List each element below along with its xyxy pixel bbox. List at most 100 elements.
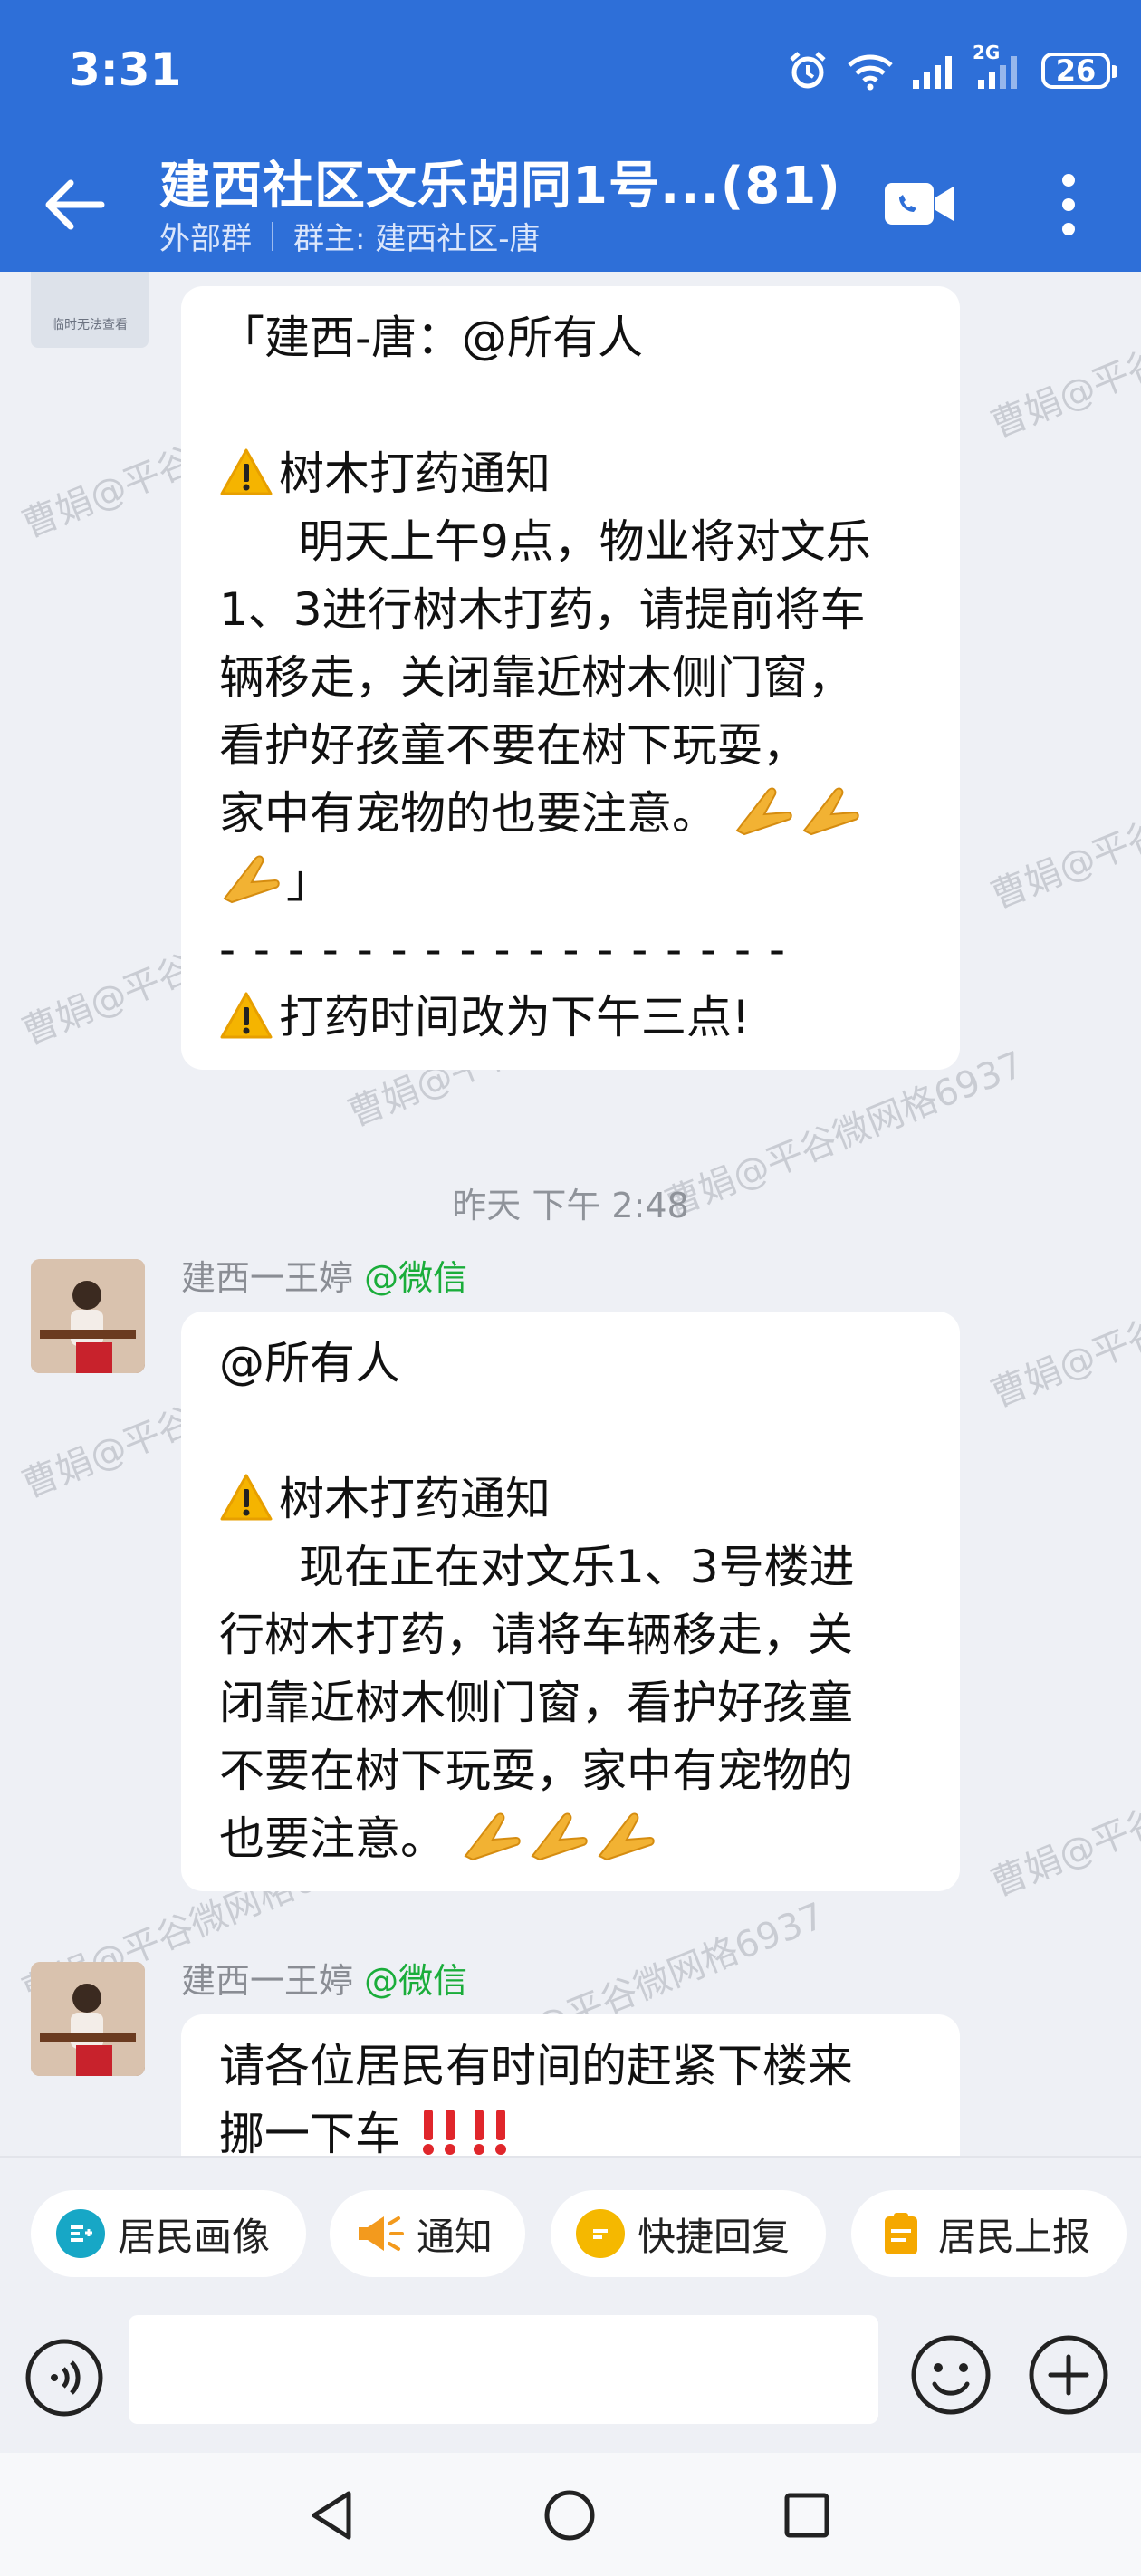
nav-recents-button[interactable] bbox=[775, 2484, 839, 2547]
network-label: 2G bbox=[973, 42, 1001, 63]
resident-profile-button[interactable]: 居民画像 bbox=[31, 2190, 306, 2277]
emoji-smile-icon bbox=[911, 2335, 991, 2415]
wifi-icon bbox=[846, 51, 895, 91]
plus-circle-icon bbox=[1029, 2335, 1108, 2415]
pray-emoji-icon bbox=[223, 855, 280, 904]
pray-emoji-icon bbox=[531, 1812, 588, 1861]
message-line: 1、3进行树木打药，请提前将车 bbox=[219, 583, 866, 636]
avatar[interactable] bbox=[31, 1962, 145, 2076]
video-camera-icon bbox=[885, 183, 954, 225]
resident-report-button[interactable]: 居民上报 bbox=[851, 2190, 1127, 2277]
message-line bbox=[219, 1398, 924, 1466]
message-line: 也要注意。 bbox=[219, 1812, 446, 1865]
message-line: - - - - - - - - - - - - - - - - - bbox=[219, 923, 788, 976]
battery-icon: 26 bbox=[1041, 53, 1117, 89]
double-exclamation-icon bbox=[473, 2110, 506, 2155]
message-line: 打药时间改为下午三点! bbox=[279, 991, 751, 1043]
subtitle-divider bbox=[272, 221, 273, 251]
double-exclamation-icon bbox=[422, 2110, 455, 2155]
message-input-bar bbox=[0, 2301, 1141, 2453]
message-line: 不要在树下玩耍，家中有宠物的 bbox=[219, 1745, 853, 1797]
status-bar: 3:31 2G 26 bbox=[0, 0, 1141, 136]
avatar-image bbox=[31, 1259, 145, 1373]
watermark: 曹娟@平谷微网格6937 bbox=[985, 1723, 1141, 1906]
back-button[interactable] bbox=[33, 168, 114, 241]
chat-title: 建西社区文乐胡同1号...(81) bbox=[159, 157, 841, 216]
sender-name-text: 建西一王婷 bbox=[181, 1961, 354, 2001]
nav-home-circle-icon bbox=[544, 2490, 595, 2541]
nav-home-button[interactable] bbox=[538, 2484, 601, 2547]
more-actions-button[interactable] bbox=[1027, 2333, 1110, 2417]
message-bubble[interactable]: @所有人 树木打药通知 现在正在对文乐1、3号楼进 行树木打药，请将车辆移走，关… bbox=[181, 1312, 960, 1891]
message-line: 闭靠近树木侧门窗，看护好孩童 bbox=[219, 1677, 853, 1729]
alarm-icon bbox=[786, 49, 829, 92]
emoji-button[interactable] bbox=[909, 2333, 992, 2417]
more-options-button[interactable] bbox=[1032, 161, 1105, 248]
chat-message-list[interactable]: 曹娟@平谷微网格6937 曹娟@平谷微网格6937 曹娟@平谷微网格6937 曹… bbox=[0, 272, 1141, 2156]
signal-2g-icon: 2G bbox=[973, 42, 1025, 91]
message-bubble[interactable]: 请各位居民有时间的赶紧下楼来 挪一下车 bbox=[181, 2014, 960, 2156]
message-line: 「建西-唐：@所有人 bbox=[219, 312, 644, 364]
sender-source-tag: @微信 bbox=[364, 1258, 468, 1298]
quick-action-bar: 居民画像 通知 快捷回复 居民上报 bbox=[0, 2156, 1141, 2302]
status-time: 3:31 bbox=[69, 43, 182, 96]
system-navigation-bar bbox=[0, 2453, 1141, 2576]
sender-name-text: 建西一王婷 bbox=[181, 1258, 354, 1298]
battery-level: 26 bbox=[1055, 53, 1097, 88]
message-input[interactable] bbox=[129, 2315, 878, 2424]
message-line: 挪一下车 bbox=[219, 2108, 400, 2156]
quick-reply-button[interactable]: 快捷回复 bbox=[551, 2190, 826, 2277]
message-line: 明天上午9点，物业将对文乐 bbox=[299, 515, 871, 568]
voice-icon bbox=[25, 2339, 103, 2417]
signal-icon bbox=[911, 51, 960, 91]
back-arrow-icon bbox=[45, 179, 105, 230]
watermark: 曹娟@平谷微网格6937 bbox=[985, 1234, 1141, 1417]
message-line: 树木打药通知 bbox=[279, 1473, 551, 1525]
resident-profile-icon bbox=[56, 2209, 105, 2258]
nav-recents-square-icon bbox=[784, 2493, 829, 2538]
message-bubble[interactable]: 「建西-唐：@所有人 树木打药通知 明天上午9点，物业将对文乐 1、3进行树木打… bbox=[181, 286, 960, 1070]
quick-reply-label: 快捷回复 bbox=[638, 2214, 791, 2259]
resident-profile-label: 居民画像 bbox=[118, 2214, 271, 2259]
quick-reply-icon bbox=[576, 2209, 625, 2258]
report-clipboard-icon bbox=[877, 2209, 925, 2258]
resident-report-label: 居民上报 bbox=[938, 2214, 1091, 2259]
sender-source-tag: @微信 bbox=[364, 1961, 468, 2001]
message-line: 请各位居民有时间的赶紧下楼来 bbox=[219, 2040, 853, 2092]
pray-emoji-icon bbox=[598, 1812, 655, 1861]
message-line: 行树木打药，请将车辆移走，关 bbox=[219, 1609, 853, 1661]
group-type-label: 外部群 bbox=[159, 221, 252, 257]
message-timestamp: 昨天 下午 2:48 bbox=[452, 1186, 689, 1226]
chat-header: 建西社区文乐胡同1号...(81) 外部群 群主: 建西社区-唐 bbox=[0, 136, 1141, 272]
warning-icon bbox=[220, 1474, 273, 1521]
image-thumbnail[interactable]: 临时无法查看 bbox=[31, 272, 149, 348]
message-line bbox=[219, 372, 924, 440]
pray-emoji-icon bbox=[802, 787, 859, 836]
avatar-image bbox=[31, 1962, 145, 2076]
notice-button[interactable]: 通知 bbox=[330, 2190, 525, 2277]
message-line: 」 bbox=[286, 855, 331, 908]
nav-back-triangle-icon bbox=[312, 2491, 351, 2540]
sender-name: 建西一王婷 @微信 bbox=[181, 1250, 467, 1300]
group-owner-label: 群主: 建西社区-唐 bbox=[293, 221, 541, 257]
warning-icon bbox=[220, 992, 273, 1039]
notice-label: 通知 bbox=[417, 2214, 494, 2259]
message-line: @所有人 bbox=[219, 1337, 400, 1389]
image-thumbnail-caption: 临时无法查看 bbox=[52, 318, 128, 332]
voice-input-button[interactable] bbox=[24, 2337, 105, 2418]
sender-name: 建西一王婷 @微信 bbox=[181, 1953, 467, 2003]
message-line: 看护好孩童不要在树下玩耍， bbox=[219, 719, 808, 772]
more-vertical-icon bbox=[1062, 174, 1075, 235]
avatar[interactable] bbox=[31, 1259, 145, 1373]
pray-emoji-icon bbox=[735, 787, 792, 836]
chat-subtitle: 外部群 群主: 建西社区-唐 bbox=[159, 214, 541, 258]
message-line: 辆移走，关闭靠近树木侧门窗， bbox=[219, 651, 853, 704]
video-call-button[interactable] bbox=[878, 170, 960, 237]
message-line: 现在正在对文乐1、3号楼进 bbox=[299, 1541, 855, 1593]
status-icons: 2G 26 bbox=[786, 42, 1117, 98]
watermark: 曹娟@平谷微网格6937 bbox=[985, 272, 1141, 447]
message-line: 家中有宠物的也要注意。 bbox=[219, 787, 717, 840]
megaphone-icon bbox=[355, 2209, 404, 2258]
nav-back-button[interactable] bbox=[299, 2484, 362, 2547]
pray-emoji-icon bbox=[464, 1812, 521, 1861]
